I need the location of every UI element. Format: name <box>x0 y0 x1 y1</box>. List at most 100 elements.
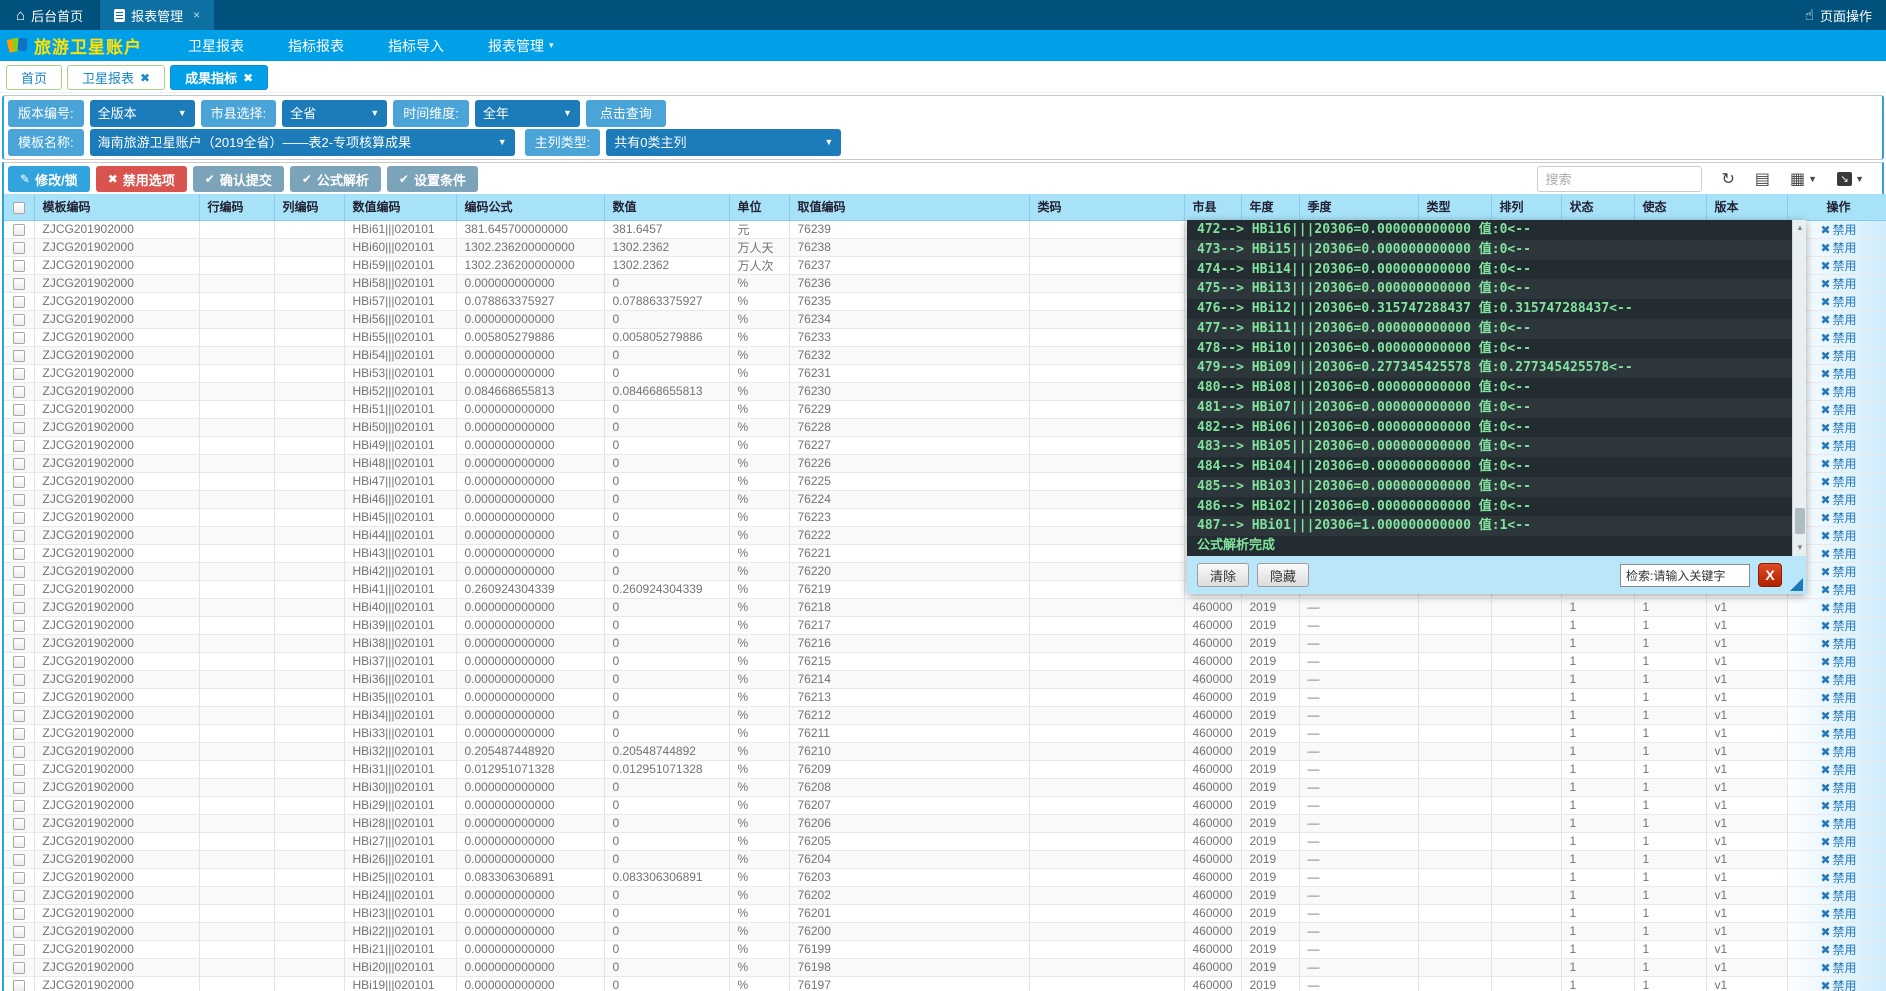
toolbar-button-设置条件[interactable]: ✔设置条件 <box>387 166 478 192</box>
disable-row-link[interactable]: ✖禁用 <box>1820 457 1856 471</box>
row-checkbox[interactable] <box>13 656 25 668</box>
scrollbar-thumb[interactable] <box>1795 508 1805 534</box>
page-operations-button[interactable]: ☝ 页面操作 <box>1791 0 1886 30</box>
disable-row-link[interactable]: ✖禁用 <box>1820 727 1856 741</box>
main-column-type-select[interactable]: 共有0类主列 ▼ <box>606 129 841 156</box>
disable-row-link[interactable]: ✖禁用 <box>1820 223 1856 237</box>
row-checkbox[interactable] <box>13 620 25 632</box>
row-checkbox[interactable] <box>13 368 25 380</box>
select-all-checkbox[interactable] <box>13 202 25 214</box>
console-close-button[interactable]: X <box>1758 563 1782 587</box>
query-button[interactable]: 点击查询 <box>586 100 666 127</box>
row-checkbox[interactable] <box>13 458 25 470</box>
row-checkbox[interactable] <box>13 836 25 848</box>
row-checkbox[interactable] <box>13 746 25 758</box>
row-checkbox[interactable] <box>13 350 25 362</box>
toolbar-button-禁用选项[interactable]: ✖禁用选项 <box>96 166 187 192</box>
row-checkbox[interactable] <box>13 692 25 704</box>
row-checkbox[interactable] <box>13 908 25 920</box>
disable-row-link[interactable]: ✖禁用 <box>1820 349 1856 363</box>
disable-row-link[interactable]: ✖禁用 <box>1820 673 1856 687</box>
row-checkbox[interactable] <box>13 962 25 974</box>
scroll-up-icon[interactable]: ▲ <box>1793 222 1806 234</box>
toolbar-button-公式解析[interactable]: ✔公式解析 <box>290 166 381 192</box>
disable-row-link[interactable]: ✖禁用 <box>1820 601 1856 615</box>
row-checkbox[interactable] <box>13 260 25 272</box>
filter-select-市县选择:[interactable]: 全省▼ <box>282 100 387 127</box>
disable-row-link[interactable]: ✖禁用 <box>1820 853 1856 867</box>
row-checkbox[interactable] <box>13 764 25 776</box>
disable-row-link[interactable]: ✖禁用 <box>1820 511 1856 525</box>
filter-select-版本编号:[interactable]: 全版本▼ <box>90 100 195 127</box>
row-checkbox[interactable] <box>13 242 25 254</box>
row-checkbox[interactable] <box>13 494 25 506</box>
row-checkbox[interactable] <box>13 890 25 902</box>
row-checkbox[interactable] <box>13 674 25 686</box>
refresh-icon[interactable]: ↻ <box>1722 169 1735 189</box>
disable-row-link[interactable]: ✖禁用 <box>1820 313 1856 327</box>
disable-row-link[interactable]: ✖禁用 <box>1820 799 1856 813</box>
disable-row-link[interactable]: ✖禁用 <box>1820 781 1856 795</box>
row-checkbox[interactable] <box>13 332 25 344</box>
row-checkbox[interactable] <box>13 872 25 884</box>
app-menu-item-卫星报表[interactable]: 卫星报表 <box>166 30 266 61</box>
row-checkbox[interactable] <box>13 566 25 578</box>
app-menu-item-指标导入[interactable]: 指标导入 <box>366 30 466 61</box>
row-checkbox[interactable] <box>13 584 25 596</box>
search-input[interactable] <box>1537 166 1702 192</box>
row-checkbox[interactable] <box>13 980 25 991</box>
disable-row-link[interactable]: ✖禁用 <box>1820 547 1856 561</box>
row-checkbox[interactable] <box>13 296 25 308</box>
toolbar-button-确认提交[interactable]: ✔确认提交 <box>193 166 284 192</box>
disable-row-link[interactable]: ✖禁用 <box>1820 961 1856 975</box>
toolbar-button-修改/锁[interactable]: ✎修改/锁 <box>8 166 90 192</box>
tab-close-icon[interactable]: ✖ <box>243 71 253 85</box>
grid-icon[interactable]: ▦▼ <box>1790 169 1817 189</box>
row-checkbox[interactable] <box>13 926 25 938</box>
row-checkbox[interactable] <box>13 944 25 956</box>
disable-row-link[interactable]: ✖禁用 <box>1820 619 1856 633</box>
row-checkbox[interactable] <box>13 854 25 866</box>
row-checkbox[interactable] <box>13 728 25 740</box>
row-checkbox[interactable] <box>13 440 25 452</box>
page-tab-卫星报表[interactable]: 卫星报表✖ <box>67 65 165 90</box>
clear-button[interactable]: 清除 <box>1197 563 1249 587</box>
disable-row-link[interactable]: ✖禁用 <box>1820 493 1856 507</box>
disable-row-link[interactable]: ✖禁用 <box>1820 979 1856 991</box>
disable-row-link[interactable]: ✖禁用 <box>1820 385 1856 399</box>
disable-row-link[interactable]: ✖禁用 <box>1820 889 1856 903</box>
disable-row-link[interactable]: ✖禁用 <box>1820 439 1856 453</box>
disable-row-link[interactable]: ✖禁用 <box>1820 745 1856 759</box>
disable-row-link[interactable]: ✖禁用 <box>1820 709 1856 723</box>
row-checkbox[interactable] <box>13 638 25 650</box>
hide-button[interactable]: 隐藏 <box>1257 563 1309 587</box>
disable-row-link[interactable]: ✖禁用 <box>1820 943 1856 957</box>
disable-row-link[interactable]: ✖禁用 <box>1820 583 1856 597</box>
disable-row-link[interactable]: ✖禁用 <box>1820 403 1856 417</box>
console-search-input[interactable] <box>1620 564 1750 587</box>
disable-row-link[interactable]: ✖禁用 <box>1820 655 1856 669</box>
row-checkbox[interactable] <box>13 782 25 794</box>
disable-row-link[interactable]: ✖禁用 <box>1820 907 1856 921</box>
disable-row-link[interactable]: ✖禁用 <box>1820 367 1856 381</box>
scroll-down-icon[interactable]: ▼ <box>1793 542 1806 554</box>
disable-row-link[interactable]: ✖禁用 <box>1820 925 1856 939</box>
row-checkbox[interactable] <box>13 710 25 722</box>
row-checkbox[interactable] <box>13 512 25 524</box>
disable-row-link[interactable]: ✖禁用 <box>1820 277 1856 291</box>
disable-row-link[interactable]: ✖禁用 <box>1820 331 1856 345</box>
row-checkbox[interactable] <box>13 404 25 416</box>
disable-row-link[interactable]: ✖禁用 <box>1820 835 1856 849</box>
row-checkbox[interactable] <box>13 314 25 326</box>
topbar-report-tab[interactable]: 报表管理 × <box>100 0 214 30</box>
template-name-select[interactable]: 海南旅游卫星账户（2019全省）——表2-专项核算成果 ▼ <box>90 129 515 156</box>
app-menu-item-报表管理[interactable]: 报表管理▾ <box>466 30 576 61</box>
row-checkbox[interactable] <box>13 224 25 236</box>
row-checkbox[interactable] <box>13 386 25 398</box>
disable-row-link[interactable]: ✖禁用 <box>1820 295 1856 309</box>
disable-row-link[interactable]: ✖禁用 <box>1820 421 1856 435</box>
page-tab-成果指标[interactable]: 成果指标✖ <box>170 65 268 90</box>
disable-row-link[interactable]: ✖禁用 <box>1820 763 1856 777</box>
disable-row-link[interactable]: ✖禁用 <box>1820 259 1856 273</box>
console-scrollbar[interactable]: ▲ ▼ <box>1792 220 1806 556</box>
